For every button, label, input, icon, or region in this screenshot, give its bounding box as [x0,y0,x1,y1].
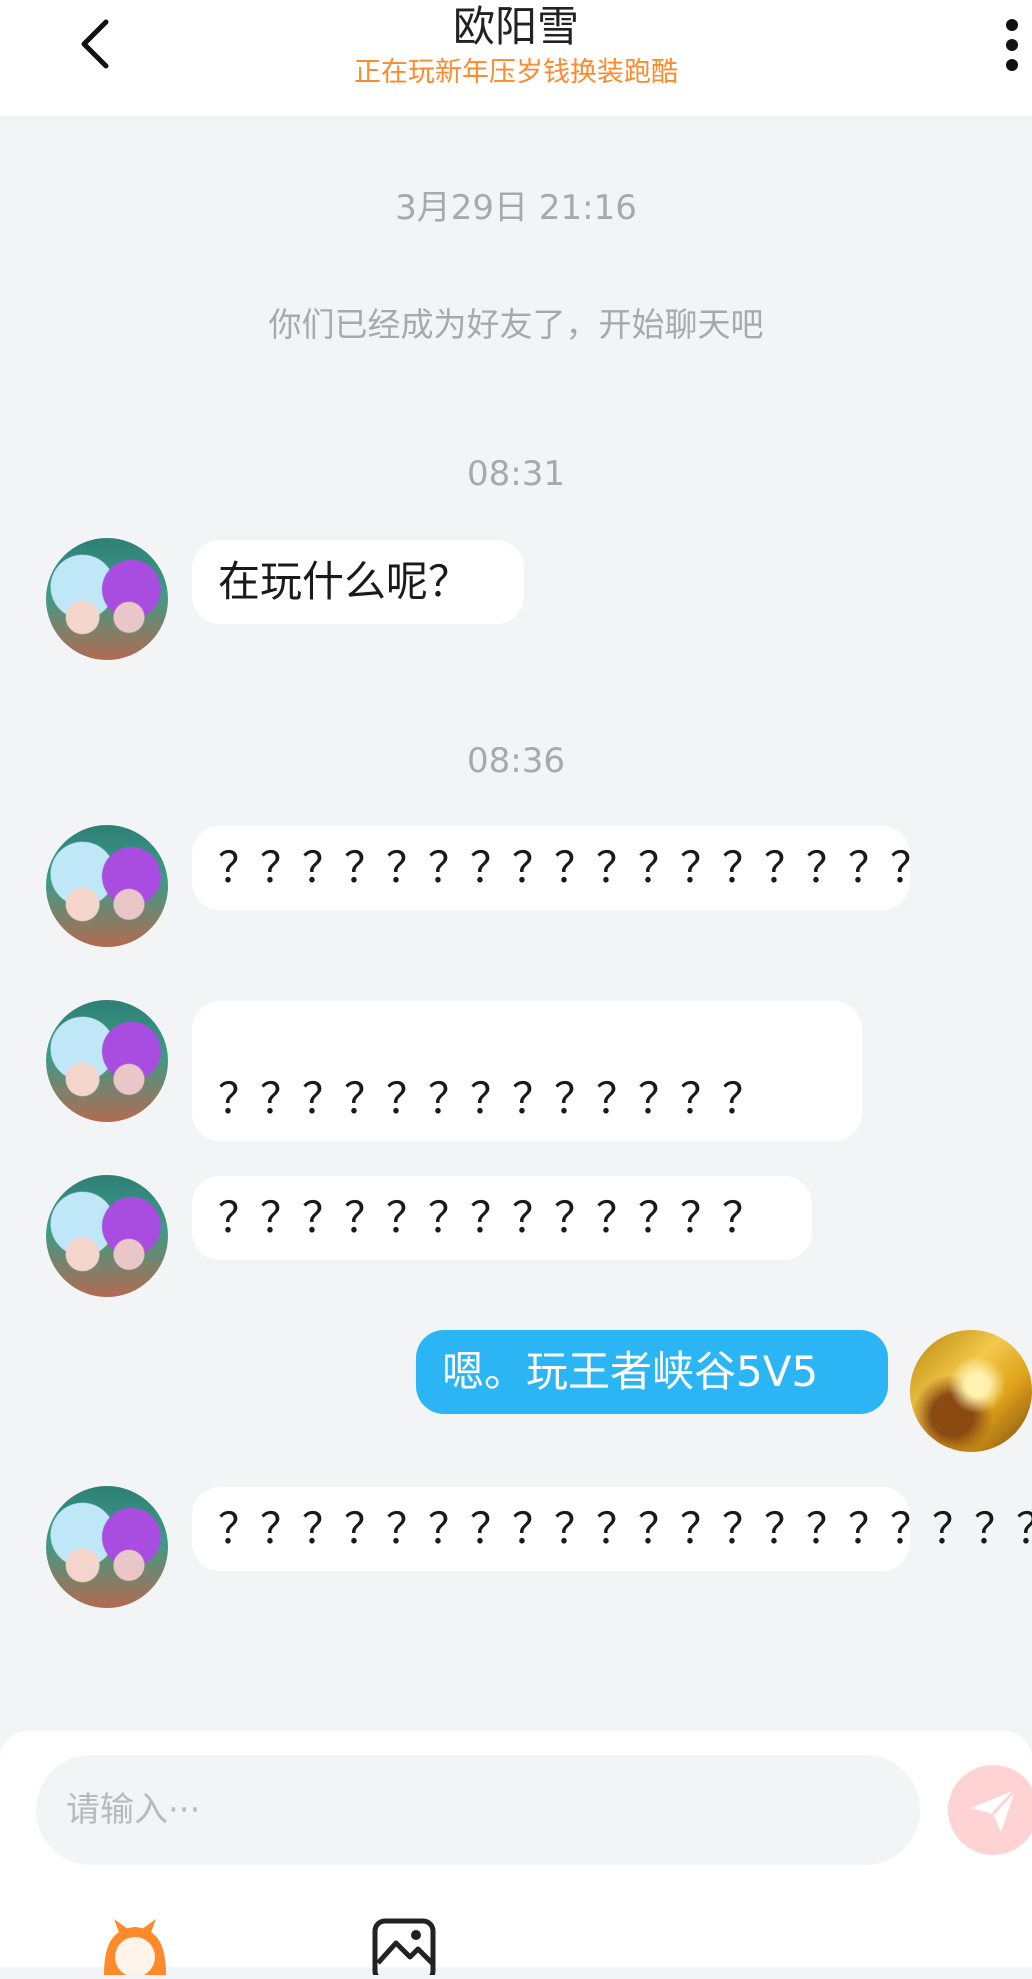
message-bubble[interactable]: 在玩什么呢？ [192,540,524,624]
timestamp: 08:31 [467,454,565,494]
friend-avatar[interactable] [46,538,168,660]
more-vertical-icon [1006,19,1018,71]
contact-status: 正在玩新年压岁钱换装跑酷 [354,57,678,88]
system-note: 你们已经成为好友了，开始聊天吧 [268,305,764,344]
friend-avatar[interactable] [46,1000,168,1122]
sticker-button[interactable] [90,1915,180,1977]
friend-avatar[interactable] [46,825,168,947]
contact-name: 欧阳雪 [452,2,579,51]
message-bubble[interactable]: ？？？？？？？？？？？？？？？？？？？？？？？？？？？？？？？？？？？？？？？？… [192,1487,1032,1571]
mascot-icon [104,1919,166,1977]
message-list[interactable]: 3月29日 21:16 你们已经成为好友了，开始聊天吧 08:31 在玩什么呢？… [0,116,1032,1731]
image-button[interactable] [370,1915,460,1979]
message-bubble[interactable]: ？？？？？？？？？？？？？ [192,1001,862,1141]
timestamp: 3月29日 21:16 [395,188,637,228]
chat-header: 欧阳雪 正在玩新年压岁钱换装跑酷 [0,0,1032,116]
send-button[interactable] [948,1765,1032,1855]
my-avatar[interactable] [910,1330,1032,1452]
friend-avatar[interactable] [46,1175,168,1297]
message-input[interactable] [36,1755,920,1865]
my-message-bubble[interactable]: 嗯。玩王者峡谷5V5 [416,1330,888,1414]
timestamp: 08:36 [467,741,565,781]
more-options-button[interactable] [992,10,1032,80]
input-bar [0,1731,1032,1979]
message-bubble[interactable]: ？？？？？？？？？？？？？？？？？ [192,826,932,910]
message-bubble[interactable]: ？？？？？？？？？？？？？ [192,1176,812,1260]
image-icon [372,1918,436,1979]
send-icon [971,1788,1017,1832]
friend-avatar[interactable] [46,1486,168,1608]
